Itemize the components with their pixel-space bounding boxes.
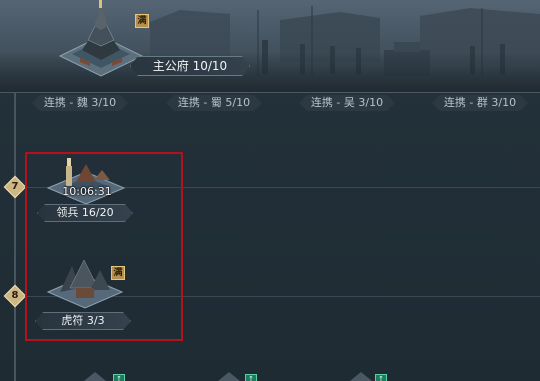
main-building-label: 主公府 10/10	[130, 56, 250, 76]
tab-alliance-qun[interactable]: 连携 - 群 3/10	[432, 95, 528, 111]
upgrade-available-icon: ↑	[375, 374, 387, 381]
tab-alliance-wu[interactable]: 连携 - 吴 3/10	[299, 95, 395, 111]
selection-highlight	[25, 152, 183, 341]
partial-building-icon[interactable]	[350, 372, 372, 381]
partial-building-icon[interactable]	[218, 372, 240, 381]
tab-alliance-wei[interactable]: 连携 - 魏 3/10	[32, 95, 128, 111]
banner-divider	[0, 92, 540, 93]
level-rail	[14, 92, 16, 381]
partial-building-icon[interactable]	[84, 372, 106, 381]
level-8-number: 8	[11, 290, 19, 301]
tab-alliance-shu[interactable]: 连携 - 蜀 5/10	[166, 95, 262, 111]
level-7-number: 7	[11, 181, 19, 192]
full-badge: 满	[135, 14, 149, 28]
upgrade-available-icon: ↑	[113, 374, 125, 381]
building-tree-screen: 满 主公府 10/10 连携 - 魏 3/10 连携 - 蜀 5/10 连携 -…	[0, 0, 540, 381]
upgrade-available-icon: ↑	[245, 374, 257, 381]
